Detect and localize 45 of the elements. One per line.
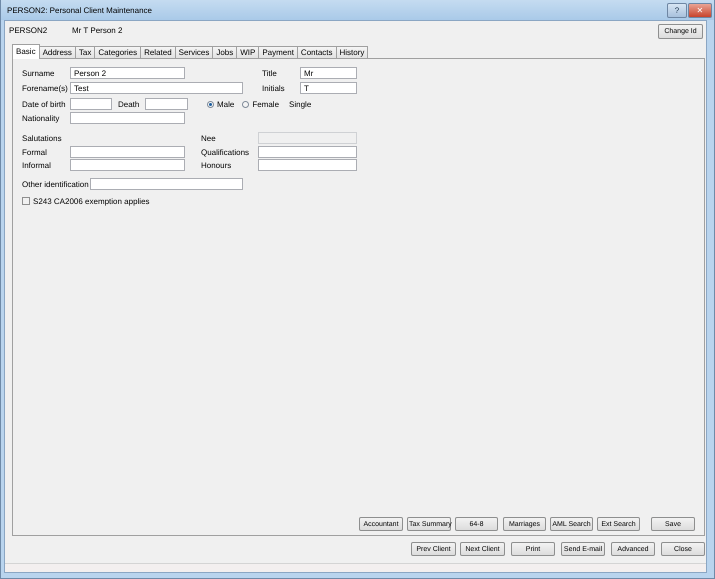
text-field[interactable] — [70, 159, 185, 172]
text-field[interactable] — [70, 146, 185, 158]
window-title: PERSON2: Personal Client Maintenance — [7, 6, 153, 14]
field-label: Death — [118, 100, 140, 109]
field-label: Nee — [201, 134, 217, 143]
field-label: Forename(s) — [22, 84, 69, 93]
marital-status: Single — [289, 100, 312, 109]
field-label: Qualifications — [201, 148, 250, 157]
tab[interactable]: History — [336, 46, 368, 58]
field-label: Title — [262, 68, 278, 78]
field-label: Nationality — [22, 114, 60, 123]
text-field[interactable] — [145, 98, 188, 110]
field-label: Surname — [22, 68, 56, 78]
client-code: PERSON2 — [9, 25, 48, 35]
field-label: Salutations — [22, 134, 63, 143]
field-label: Other identification — [22, 180, 90, 189]
text-field[interactable]: Test — [70, 82, 243, 94]
client-name: Mr T Person 2 — [72, 25, 124, 35]
tab[interactable]: Address — [38, 46, 76, 58]
text-field[interactable]: T — [300, 82, 357, 94]
tab[interactable]: Jobs — [212, 46, 238, 58]
help-button[interactable]: ? — [667, 2, 687, 18]
tab[interactable]: Categories — [94, 46, 142, 58]
field-label: Honours — [201, 160, 232, 170]
text-field[interactable] — [258, 159, 357, 172]
text-field[interactable]: Mr — [300, 67, 357, 80]
tab[interactable]: Related — [140, 46, 176, 58]
field-label: Initials — [262, 84, 286, 93]
text-field[interactable] — [70, 112, 185, 124]
checkbox[interactable]: S243 CA2006 exemption applies — [22, 196, 150, 206]
tab[interactable]: Payment — [258, 46, 298, 58]
field-label: Date of birth — [22, 100, 67, 109]
field-label: Informal — [22, 160, 52, 170]
text-field[interactable] — [258, 146, 357, 158]
tab[interactable]: Services — [174, 46, 214, 58]
tab[interactable]: Tax — [74, 46, 96, 58]
text-field[interactable] — [90, 178, 243, 190]
text-field[interactable] — [70, 98, 112, 110]
tab[interactable]: Contacts — [296, 46, 336, 58]
text-field[interactable]: Person 2 — [70, 67, 185, 80]
field-label: Formal — [22, 148, 48, 157]
radio-button[interactable]: Male — [207, 100, 234, 109]
tab[interactable]: Basic — [12, 44, 40, 59]
tab[interactable]: WIP — [236, 46, 260, 58]
radio-button[interactable]: Female — [242, 100, 280, 109]
